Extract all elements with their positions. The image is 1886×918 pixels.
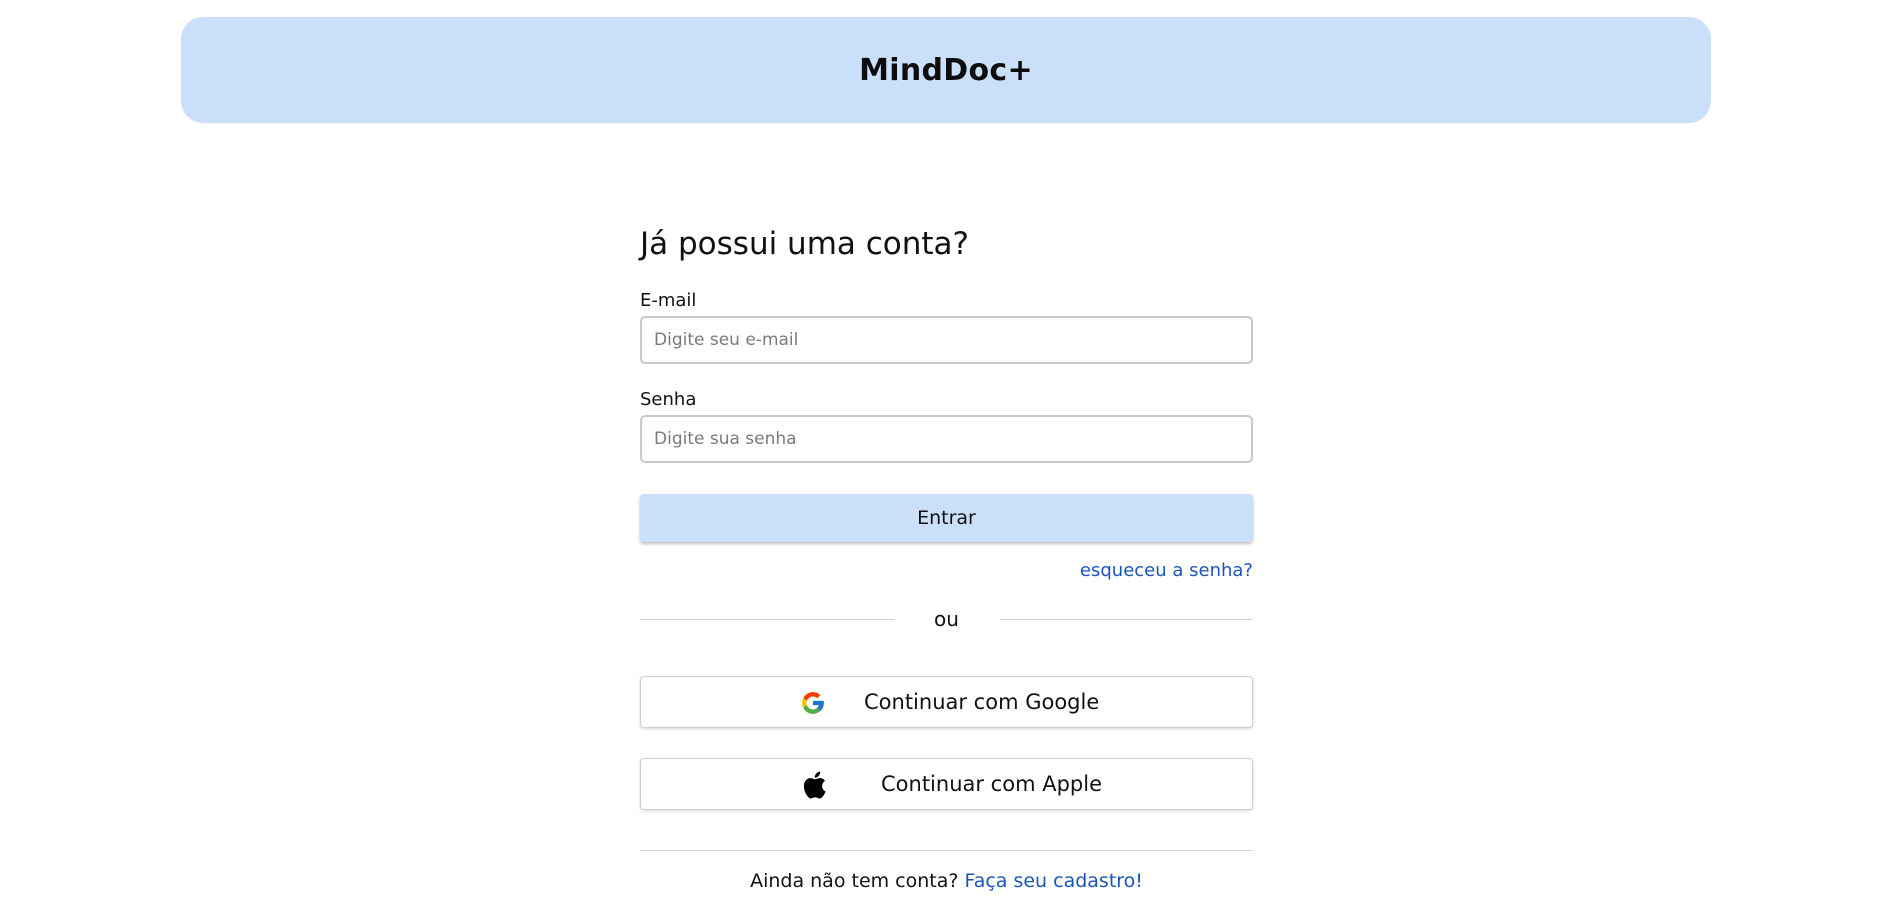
footer-divider	[640, 850, 1253, 851]
login-button[interactable]: Entrar	[640, 494, 1253, 542]
divider-line-right	[1000, 619, 1253, 620]
password-input[interactable]	[640, 415, 1253, 463]
email-input[interactable]	[640, 316, 1253, 364]
apple-login-label: Continuar com Apple	[881, 772, 1102, 796]
forgot-password-link[interactable]: esqueceu a senha?	[1080, 560, 1253, 581]
google-icon	[802, 692, 824, 714]
google-login-button[interactable]: Continuar com Google	[640, 676, 1253, 728]
signup-prompt-text: Ainda não tem conta?	[750, 870, 959, 892]
signup-prompt: Ainda não tem conta? Faça seu cadastro!	[640, 870, 1253, 892]
signup-link[interactable]: Faça seu cadastro!	[965, 870, 1143, 892]
email-label: E-mail	[640, 290, 697, 311]
login-form: Já possui uma conta? E-mail Senha Entrar…	[640, 0, 1253, 918]
apple-icon	[803, 771, 826, 799]
apple-login-button[interactable]: Continuar com Apple	[640, 758, 1253, 810]
password-label: Senha	[640, 389, 697, 410]
login-page: MindDoc+ Já possui uma conta? E-mail Sen…	[0, 0, 1886, 918]
login-heading: Já possui uma conta?	[640, 226, 970, 262]
google-login-label: Continuar com Google	[864, 690, 1100, 714]
